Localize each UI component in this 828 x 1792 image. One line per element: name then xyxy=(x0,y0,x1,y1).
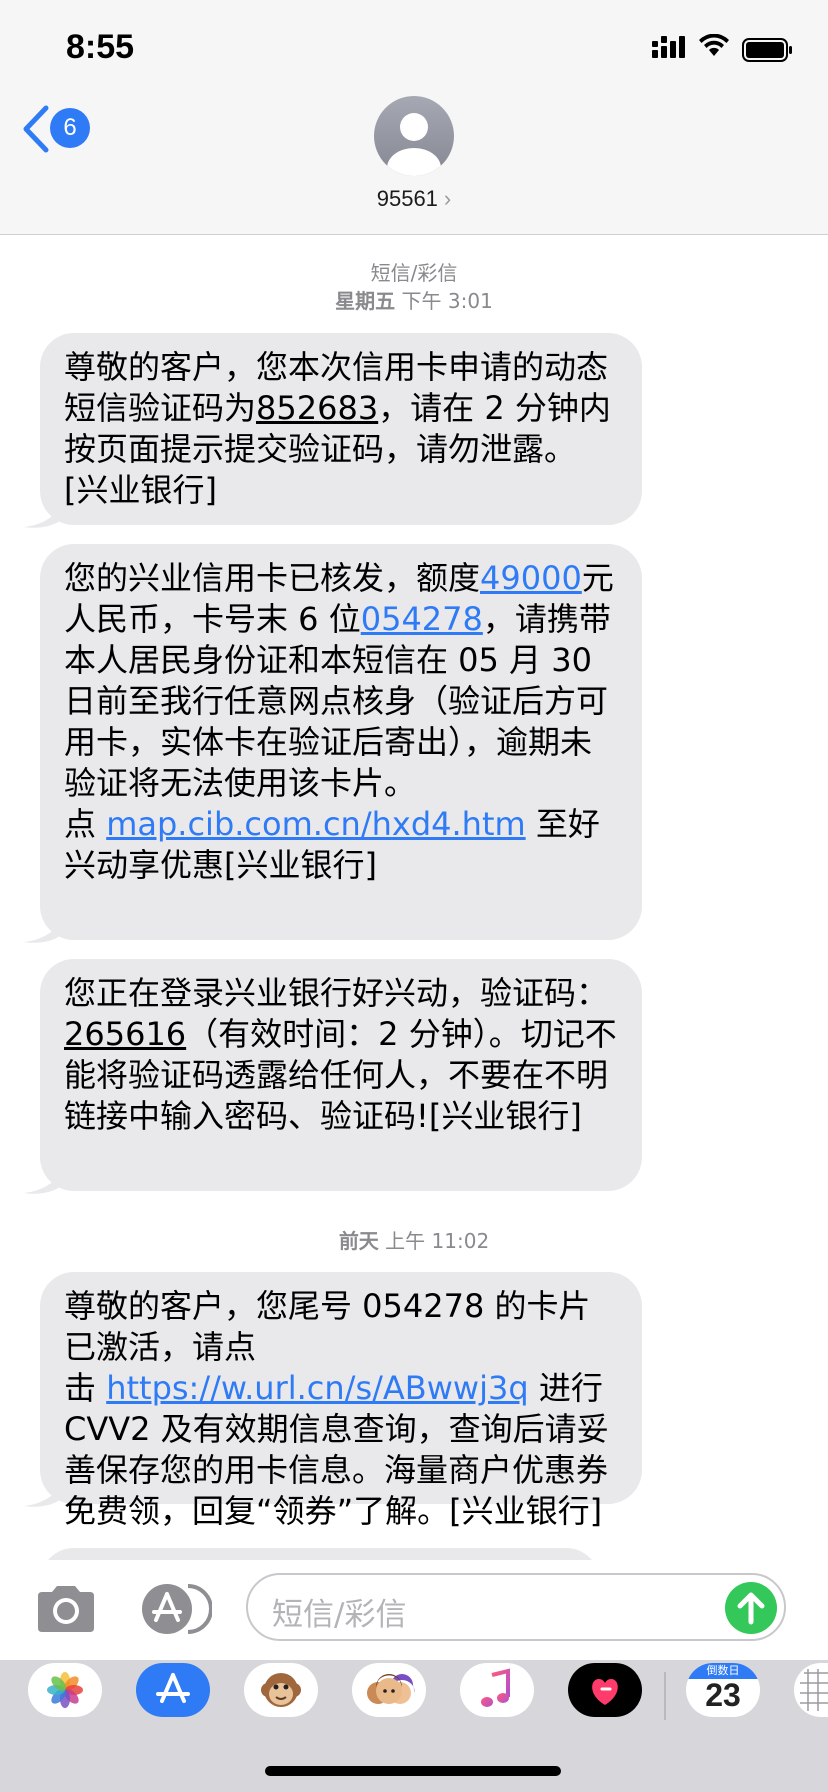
message-bubble-partial[interactable] xyxy=(40,1548,600,1560)
timestamp-time: 下午 3:01 xyxy=(401,289,493,313)
chevron-left-icon xyxy=(23,105,49,153)
memoji-icon[interactable] xyxy=(352,1663,426,1717)
cellular-signal-icon xyxy=(652,36,685,58)
music-icon[interactable] xyxy=(460,1663,534,1717)
drawer-divider xyxy=(664,1672,666,1720)
animoji-icon[interactable] xyxy=(244,1663,318,1717)
amount-link[interactable]: 49000 xyxy=(480,559,582,597)
countdown-value: 23 xyxy=(705,1677,741,1713)
message-bubble[interactable]: 尊敬的客户，您尾号 054278 的卡片已激活，请点击 https://w.ur… xyxy=(40,1272,642,1530)
send-button[interactable] xyxy=(725,1582,777,1634)
arrow-up-icon xyxy=(737,1592,765,1625)
message-bubble[interactable]: 您正在登录兴业银行好兴动，验证码：265616（有效时间：2 分钟）。切记不能将… xyxy=(40,959,642,1191)
battery-icon xyxy=(742,38,792,62)
chevron-right-icon: › xyxy=(443,186,452,211)
digital-touch-icon[interactable] xyxy=(568,1663,642,1717)
timestamp: 星期五 下午 3:01 xyxy=(0,287,828,315)
card-number-link[interactable]: 054278 xyxy=(361,600,483,638)
status-time: 8:55 xyxy=(66,28,135,66)
contact-avatar-icon[interactable] xyxy=(374,96,454,176)
url-link[interactable]: map.cib.com.cn/hxd4.htm xyxy=(106,805,525,843)
bubble-tail xyxy=(24,507,60,528)
message-input-placeholder: 短信/彩信 xyxy=(272,1597,407,1633)
message-text: 您正在登录兴业银行好兴动，验证码： xyxy=(64,974,609,1012)
imessage-app-drawer: 倒数日 23 xyxy=(0,1660,828,1792)
message-text: 您的兴业信用卡已核发，额度 xyxy=(64,559,481,597)
messages-screen: 8:55 6 95561 › 短信/彩信 星期五 下午 3:01 尊敬的客户，您… xyxy=(0,0,828,1792)
app-store-app-icon[interactable] xyxy=(136,1663,210,1717)
bubble-tail xyxy=(24,922,60,943)
timestamp-day: 前天 xyxy=(338,1229,379,1253)
compose-bar: 短信/彩信 xyxy=(0,1560,828,1660)
message-input[interactable]: 短信/彩信 xyxy=(246,1573,786,1641)
verification-code[interactable]: 852683 xyxy=(256,389,378,427)
contact-number[interactable]: 95561 xyxy=(377,186,438,211)
unread-count-badge[interactable]: 6 xyxy=(50,108,90,148)
verification-code[interactable]: 265616 xyxy=(64,1015,186,1053)
thread-type-label: 短信/彩信 xyxy=(370,261,458,285)
countdown-icon[interactable]: 倒数日 23 xyxy=(686,1663,760,1717)
app-store-icon[interactable] xyxy=(140,1582,212,1636)
contact-name[interactable]: 95561 › xyxy=(0,186,828,212)
wifi-icon xyxy=(699,34,729,56)
bubble-tail xyxy=(24,1486,60,1507)
home-indicator[interactable] xyxy=(265,1766,561,1776)
message-list[interactable]: 短信/彩信 星期五 下午 3:01 尊敬的客户，您本次信用卡申请的动态短信验证码… xyxy=(0,235,828,1560)
url-link[interactable]: https://w.url.cn/s/ABwwj3q xyxy=(106,1369,528,1407)
timestamp-day: 星期五 xyxy=(335,289,396,313)
timestamp-time: 上午 11:02 xyxy=(385,1229,490,1253)
conversation-header: 8:55 6 95561 › xyxy=(0,0,828,235)
timestamp: 前天 上午 11:02 xyxy=(0,1227,828,1255)
more-app-icon[interactable] xyxy=(794,1663,828,1717)
bubble-tail xyxy=(24,1173,60,1194)
message-bubble[interactable]: 您的兴业信用卡已核发，额度49000元人民币，卡号末 6 位054278，请携带… xyxy=(40,544,642,940)
camera-icon[interactable] xyxy=(34,1584,98,1634)
message-bubble[interactable]: 尊敬的客户，您本次信用卡申请的动态短信验证码为852683，请在 2 分钟内按页… xyxy=(40,333,642,525)
photos-icon[interactable] xyxy=(28,1663,102,1717)
